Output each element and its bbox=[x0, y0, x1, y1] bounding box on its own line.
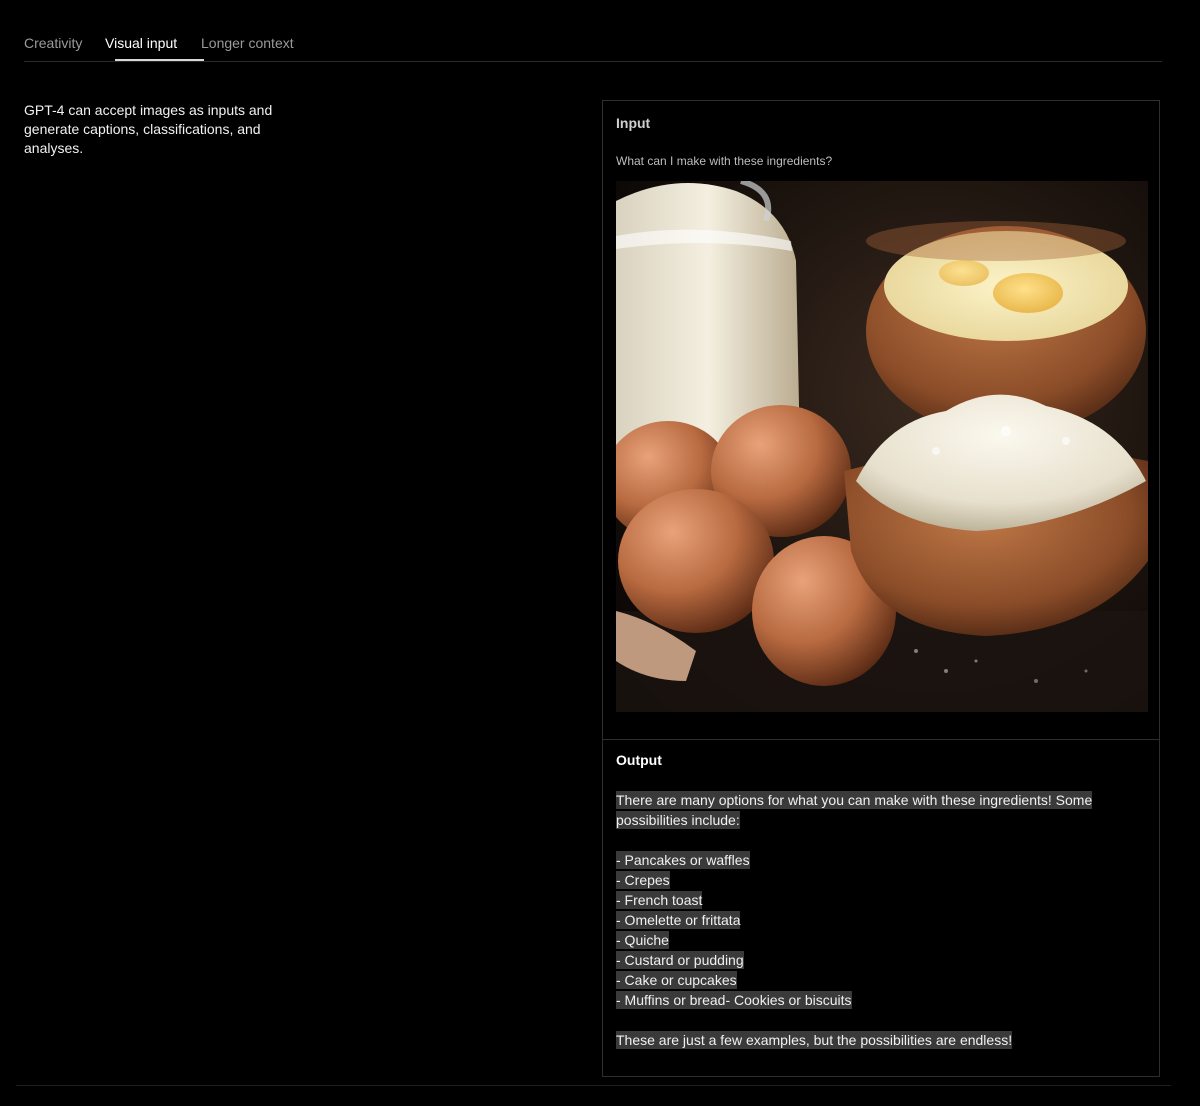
output-label: Output bbox=[616, 752, 662, 768]
tab-creativity[interactable]: Creativity bbox=[24, 35, 82, 51]
intro-description: GPT-4 can accept images as inputs and ge… bbox=[24, 102, 273, 156]
example-panel: Input What can I make with these ingredi… bbox=[602, 100, 1160, 1077]
panel-divider bbox=[603, 739, 1159, 740]
output-list-item: - Crepes bbox=[616, 871, 670, 889]
output-gap bbox=[616, 1010, 1136, 1030]
output-list-item: - Pancakes or waffles bbox=[616, 851, 750, 869]
output-intro-line-2: possibilities include: bbox=[616, 811, 740, 829]
output-list-item: - Quiche bbox=[616, 931, 669, 949]
tab-bar: Creativity Visual input Longer context bbox=[24, 24, 1162, 62]
output-list-item: - Omelette or frittata bbox=[616, 911, 741, 929]
output-gap bbox=[616, 830, 1136, 850]
output-list-item: - Muffins or bread- Cookies or biscuits bbox=[616, 991, 852, 1009]
output-list-item: - Custard or pudding bbox=[616, 951, 744, 969]
input-label: Input bbox=[616, 115, 651, 131]
output-text: There are many options for what you can … bbox=[616, 790, 1136, 1050]
output-list-item: - French toast bbox=[616, 891, 703, 909]
tab-visual-input[interactable]: Visual input bbox=[105, 35, 177, 51]
output-intro-line-1: There are many options for what you can … bbox=[616, 791, 1093, 809]
active-tab-indicator bbox=[115, 59, 204, 61]
ingredients-image bbox=[616, 181, 1148, 712]
output-closing: These are just a few examples, but the p… bbox=[616, 1031, 1013, 1049]
input-prompt: What can I make with these ingredients? bbox=[616, 154, 833, 168]
output-list-item: - Cake or cupcakes bbox=[616, 971, 737, 989]
bottom-divider bbox=[16, 1085, 1171, 1086]
tab-longer-context[interactable]: Longer context bbox=[201, 35, 294, 51]
